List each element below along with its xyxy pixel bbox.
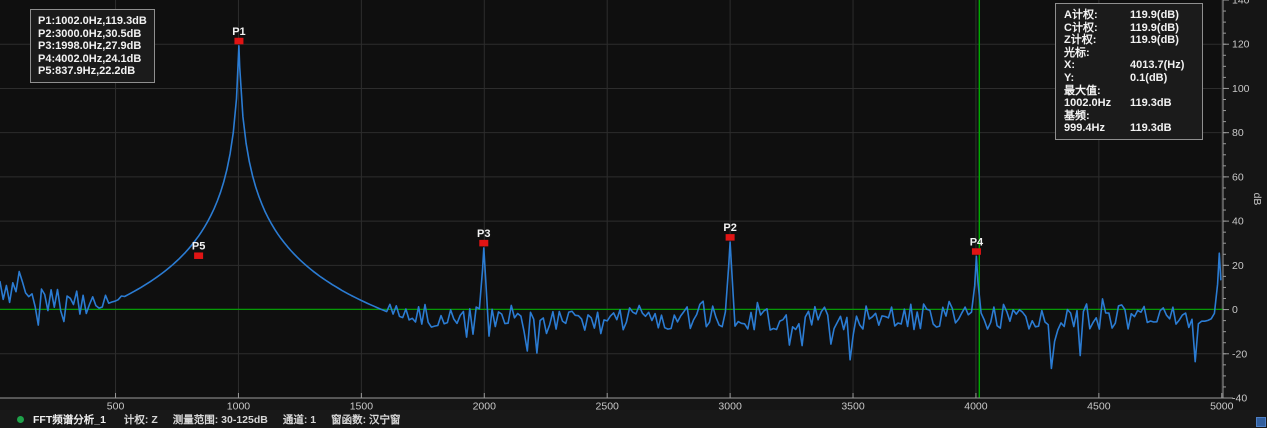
fft-analyzer-window: P1P2P3P4P5500100015002000250030003500400… — [0, 0, 1267, 428]
y-axis-unit-label: dB — [1251, 193, 1263, 206]
y-tick-label: 100 — [1232, 83, 1250, 95]
measure-row: Z计权:119.9(dB) — [1064, 34, 1196, 47]
status-items: 计权: Z 测量范围: 30-125dB 通道: 1 窗函数: 汉宁窗 — [124, 412, 416, 427]
measure-row: Y:0.1(dB) — [1064, 72, 1196, 85]
measure-value — [1130, 47, 1196, 60]
measure-value: 119.3dB — [1130, 97, 1196, 110]
resize-grip[interactable] — [1256, 417, 1266, 427]
status-title: FFT频谱分析_1 — [33, 412, 106, 427]
y-tick-label: 60 — [1232, 171, 1244, 183]
status-item: 通道: 1 — [283, 414, 316, 426]
measure-label: 1002.0Hz — [1064, 97, 1130, 110]
peak-label-p2: P2 — [723, 222, 736, 234]
peak-readout-line: P4:4002.0Hz,24.1dB — [38, 53, 147, 66]
measurement-panel: A计权:119.9(dB)C计权:119.9(dB)Z计权:119.9(dB)光… — [1055, 3, 1203, 140]
peak-marker-p3 — [479, 240, 488, 247]
peak-label-p3: P3 — [477, 228, 490, 240]
measure-value — [1130, 85, 1196, 98]
measure-label: Z计权: — [1064, 34, 1130, 47]
plot-area[interactable] — [0, 0, 1223, 398]
peak-marker-p4 — [972, 248, 981, 255]
measure-row: 光标: — [1064, 47, 1196, 60]
status-bar: FFT频谱分析_1 计权: Z 测量范围: 30-125dB 通道: 1 窗函数: 汉… — [0, 410, 1267, 428]
y-tick-label: -40 — [1232, 393, 1247, 405]
measure-label: 光标: — [1064, 47, 1130, 60]
measure-label: Y: — [1064, 72, 1130, 85]
channel-status-icon — [17, 416, 24, 423]
peak-marker-p1 — [234, 38, 243, 45]
y-tick-label: -20 — [1232, 348, 1247, 360]
peak-label-p1: P1 — [232, 26, 245, 38]
status-item: 计权: Z — [124, 414, 158, 426]
measure-row: 最大值: — [1064, 85, 1196, 98]
measure-row: 基频: — [1064, 110, 1196, 123]
measure-label: X: — [1064, 59, 1130, 72]
measure-value: 4013.7(Hz) — [1130, 59, 1196, 72]
y-tick-label: 20 — [1232, 260, 1244, 272]
measure-value: 0.1(dB) — [1130, 72, 1196, 85]
peak-marker-p2 — [726, 234, 735, 241]
peak-label-p5: P5 — [192, 240, 205, 252]
peak-readout-line: P2:3000.0Hz,30.5dB — [38, 28, 147, 41]
y-tick-label: 140 — [1232, 0, 1250, 7]
measure-row: C计权:119.9(dB) — [1064, 22, 1196, 35]
peak-readout-line: P1:1002.0Hz,119.3dB — [38, 15, 147, 28]
y-tick-label: 120 — [1232, 39, 1250, 51]
measure-row: 999.4Hz119.3dB — [1064, 122, 1196, 135]
peak-readout-line: P3:1998.0Hz,27.9dB — [38, 40, 147, 53]
measure-value: 119.3dB — [1130, 122, 1196, 135]
y-tick-label: 0 — [1232, 304, 1238, 316]
peak-marker-p5 — [194, 252, 203, 258]
measure-row: 1002.0Hz119.3dB — [1064, 97, 1196, 110]
measure-row: A计权:119.9(dB) — [1064, 9, 1196, 22]
measure-value: 119.9(dB) — [1130, 34, 1196, 47]
y-tick-label: 40 — [1232, 216, 1244, 228]
measure-value: 119.9(dB) — [1130, 9, 1196, 22]
measure-label: 最大值: — [1064, 85, 1130, 98]
measure-row: X:4013.7(Hz) — [1064, 59, 1196, 72]
measure-value: 119.9(dB) — [1130, 22, 1196, 35]
measure-label: 基频: — [1064, 110, 1130, 123]
y-tick-label: 80 — [1232, 127, 1244, 139]
measure-value — [1130, 110, 1196, 123]
status-item: 窗函数: 汉宁窗 — [331, 414, 400, 426]
measure-label: A计权: — [1064, 9, 1130, 22]
measure-label: 999.4Hz — [1064, 122, 1130, 135]
measure-label: C计权: — [1064, 22, 1130, 35]
peak-label-p4: P4 — [970, 236, 984, 248]
status-item: 测量范围: 30-125dB — [173, 414, 268, 426]
peak-readout-line: P5:837.9Hz,22.2dB — [38, 65, 147, 78]
peak-readout-box: P1:1002.0Hz,119.3dBP2:3000.0Hz,30.5dBP3:… — [30, 9, 155, 83]
